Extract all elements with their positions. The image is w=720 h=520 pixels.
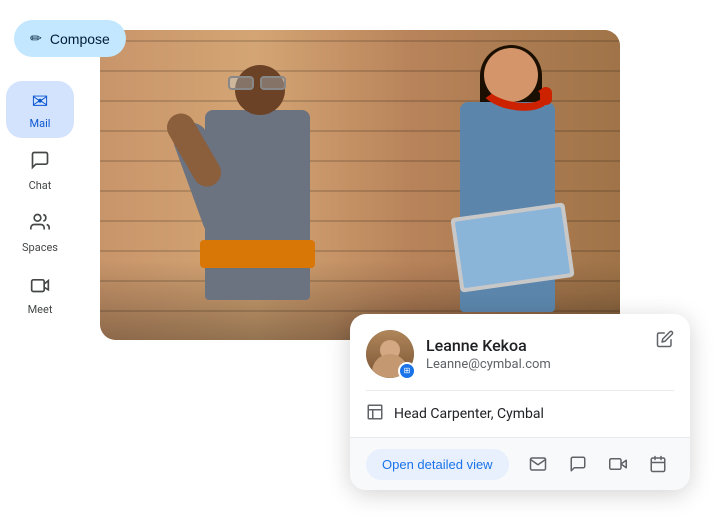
sidebar-item-spaces-label: Spaces	[22, 241, 58, 254]
compose-button[interactable]: ✏ Compose	[14, 20, 126, 57]
contact-name: Leanne Kekoa	[426, 336, 674, 355]
card-header: ⊞ Leanne Kekoa Leanne@cymbal.com	[350, 314, 690, 390]
app-badge: ⊞	[398, 362, 416, 380]
building-icon	[366, 403, 384, 425]
calendar-action-button[interactable]	[642, 448, 674, 480]
card-job-row: Head Carpenter, Cymbal	[350, 391, 690, 437]
avatar-container: ⊞	[366, 330, 414, 378]
grid-icon: ⊞	[404, 367, 411, 375]
sidebar: ✏ Compose ✉ Mail Chat	[0, 0, 80, 520]
nav-items: ✉ Mail Chat Spaces	[0, 81, 80, 324]
contact-email: Leanne@cymbal.com	[426, 357, 674, 372]
chat-action-button[interactable]	[562, 448, 594, 480]
meet-icon	[30, 274, 50, 299]
sidebar-item-chat[interactable]: Chat	[6, 142, 74, 200]
sidebar-item-mail[interactable]: ✉ Mail	[6, 81, 74, 138]
mail-action-button[interactable]	[522, 448, 554, 480]
open-detailed-view-button[interactable]: Open detailed view	[366, 449, 509, 480]
contact-info: Leanne Kekoa Leanne@cymbal.com	[426, 336, 674, 372]
pencil-icon: ✏	[30, 30, 42, 47]
video-action-button[interactable]	[602, 448, 634, 480]
sidebar-item-chat-label: Chat	[29, 179, 52, 192]
sidebar-item-spaces[interactable]: Spaces	[6, 204, 74, 262]
action-icons	[522, 448, 674, 480]
sidebar-item-meet[interactable]: Meet	[6, 266, 74, 324]
spaces-icon	[30, 212, 50, 237]
mail-icon: ✉	[32, 89, 49, 113]
card-actions: Open detailed view	[350, 437, 690, 490]
sidebar-item-meet-label: Meet	[28, 303, 53, 316]
job-title: Head Carpenter, Cymbal	[394, 406, 544, 422]
contact-card: ⊞ Leanne Kekoa Leanne@cymbal.com Head Ca…	[350, 314, 690, 490]
sidebar-item-mail-label: Mail	[30, 117, 51, 130]
edit-button[interactable]	[652, 326, 678, 355]
hero-photo	[100, 30, 620, 340]
chat-icon	[30, 150, 50, 175]
compose-label: Compose	[50, 31, 110, 47]
